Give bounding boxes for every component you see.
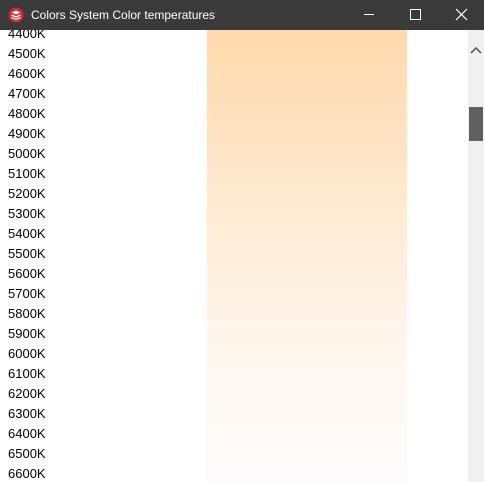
temperature-row: 6300K: [0, 404, 468, 424]
temperature-label: 6600K: [8, 466, 46, 481]
title-bar: Colors System Color temperatures: [0, 0, 484, 30]
color-swatch: [207, 124, 407, 144]
temperature-label: 6300K: [8, 406, 46, 421]
temperature-label: 6500K: [8, 446, 46, 461]
temperature-label: 6200K: [8, 386, 46, 401]
color-swatch: [207, 384, 407, 404]
temperature-label: 5100K: [8, 166, 46, 181]
temperature-row: 5000K: [0, 144, 468, 164]
temperature-row: 4400K: [0, 30, 468, 44]
temperature-row: 5600K: [0, 264, 468, 284]
temperature-row: 6400K: [0, 424, 468, 444]
temperature-row: 5800K: [0, 304, 468, 324]
temperature-label: 4400K: [8, 30, 46, 41]
color-swatch: [207, 30, 407, 44]
temperature-label: 4900K: [8, 126, 46, 141]
temperature-row: 4800K: [0, 104, 468, 124]
window-title: Colors System Color temperatures: [31, 8, 216, 22]
color-swatch: [207, 444, 407, 464]
temperature-label: 6400K: [8, 426, 46, 441]
temperature-row: 5900K: [0, 324, 468, 344]
temperature-row: 6000K: [0, 344, 468, 364]
sketchup-app-icon: [8, 7, 24, 23]
temperature-row: 5500K: [0, 244, 468, 264]
temperature-row: 4600K: [0, 64, 468, 84]
temperature-row: 5300K: [0, 204, 468, 224]
color-swatch: [207, 224, 407, 244]
temperature-row: 5700K: [0, 284, 468, 304]
color-swatch: [207, 284, 407, 304]
color-swatch: [207, 404, 407, 424]
color-swatch: [207, 264, 407, 284]
color-swatch: [207, 204, 407, 224]
temperature-row: 6600K: [0, 464, 468, 482]
temperature-label: 5400K: [8, 226, 46, 241]
color-swatch: [207, 164, 407, 184]
temperature-row: 4900K: [0, 124, 468, 144]
temperature-label: 4700K: [8, 86, 46, 101]
temperature-row: 5200K: [0, 184, 468, 204]
temperature-label: 5600K: [8, 266, 46, 281]
temperature-label: 5700K: [8, 286, 46, 301]
temperature-label: 4600K: [8, 66, 46, 81]
scroll-up-arrow-icon[interactable]: [468, 40, 484, 60]
maximize-button[interactable]: [392, 0, 438, 30]
close-button[interactable]: [438, 0, 484, 30]
minimize-icon: [364, 14, 374, 15]
color-swatch: [207, 184, 407, 204]
temperature-row: 6200K: [0, 384, 468, 404]
color-swatch: [207, 344, 407, 364]
scrollbar-thumb[interactable]: [469, 107, 483, 141]
temperature-label: 5300K: [8, 206, 46, 221]
close-icon: [455, 8, 468, 21]
color-swatch: [207, 64, 407, 84]
temperature-label: 5000K: [8, 146, 46, 161]
vertical-scrollbar[interactable]: [468, 30, 484, 482]
temperature-label: 5200K: [8, 186, 46, 201]
color-swatch: [207, 364, 407, 384]
color-swatch: [207, 324, 407, 344]
temperature-rows: 4400K 4500K 4600K 4700K 4800K 4900K 5000K 5100K…: [0, 30, 468, 482]
color-swatch: [207, 104, 407, 124]
maximize-icon: [410, 9, 421, 20]
temperature-label: 5800K: [8, 306, 46, 321]
color-swatch: [207, 304, 407, 324]
temperature-label: 5500K: [8, 246, 46, 261]
temperature-row: 4500K: [0, 44, 468, 64]
temperature-row: 6500K: [0, 444, 468, 464]
temperature-label: 5900K: [8, 326, 46, 341]
temperature-label: 6000K: [8, 346, 46, 361]
temperature-row: 6100K: [0, 364, 468, 384]
color-swatch: [207, 244, 407, 264]
color-swatch: [207, 144, 407, 164]
temperature-label: 4800K: [8, 106, 46, 121]
color-swatch: [207, 424, 407, 444]
color-temperature-list[interactable]: 4400K 4500K 4600K 4700K 4800K 4900K 5000K 5100K…: [0, 30, 468, 482]
minimize-button[interactable]: [346, 0, 392, 30]
color-swatch: [207, 464, 407, 482]
temperature-label: 6100K: [8, 366, 46, 381]
color-swatch: [207, 84, 407, 104]
color-swatch: [207, 44, 407, 64]
temperature-row: 5400K: [0, 224, 468, 244]
temperature-row: 5100K: [0, 164, 468, 184]
temperature-row: 4700K: [0, 84, 468, 104]
temperature-label: 4500K: [8, 46, 46, 61]
